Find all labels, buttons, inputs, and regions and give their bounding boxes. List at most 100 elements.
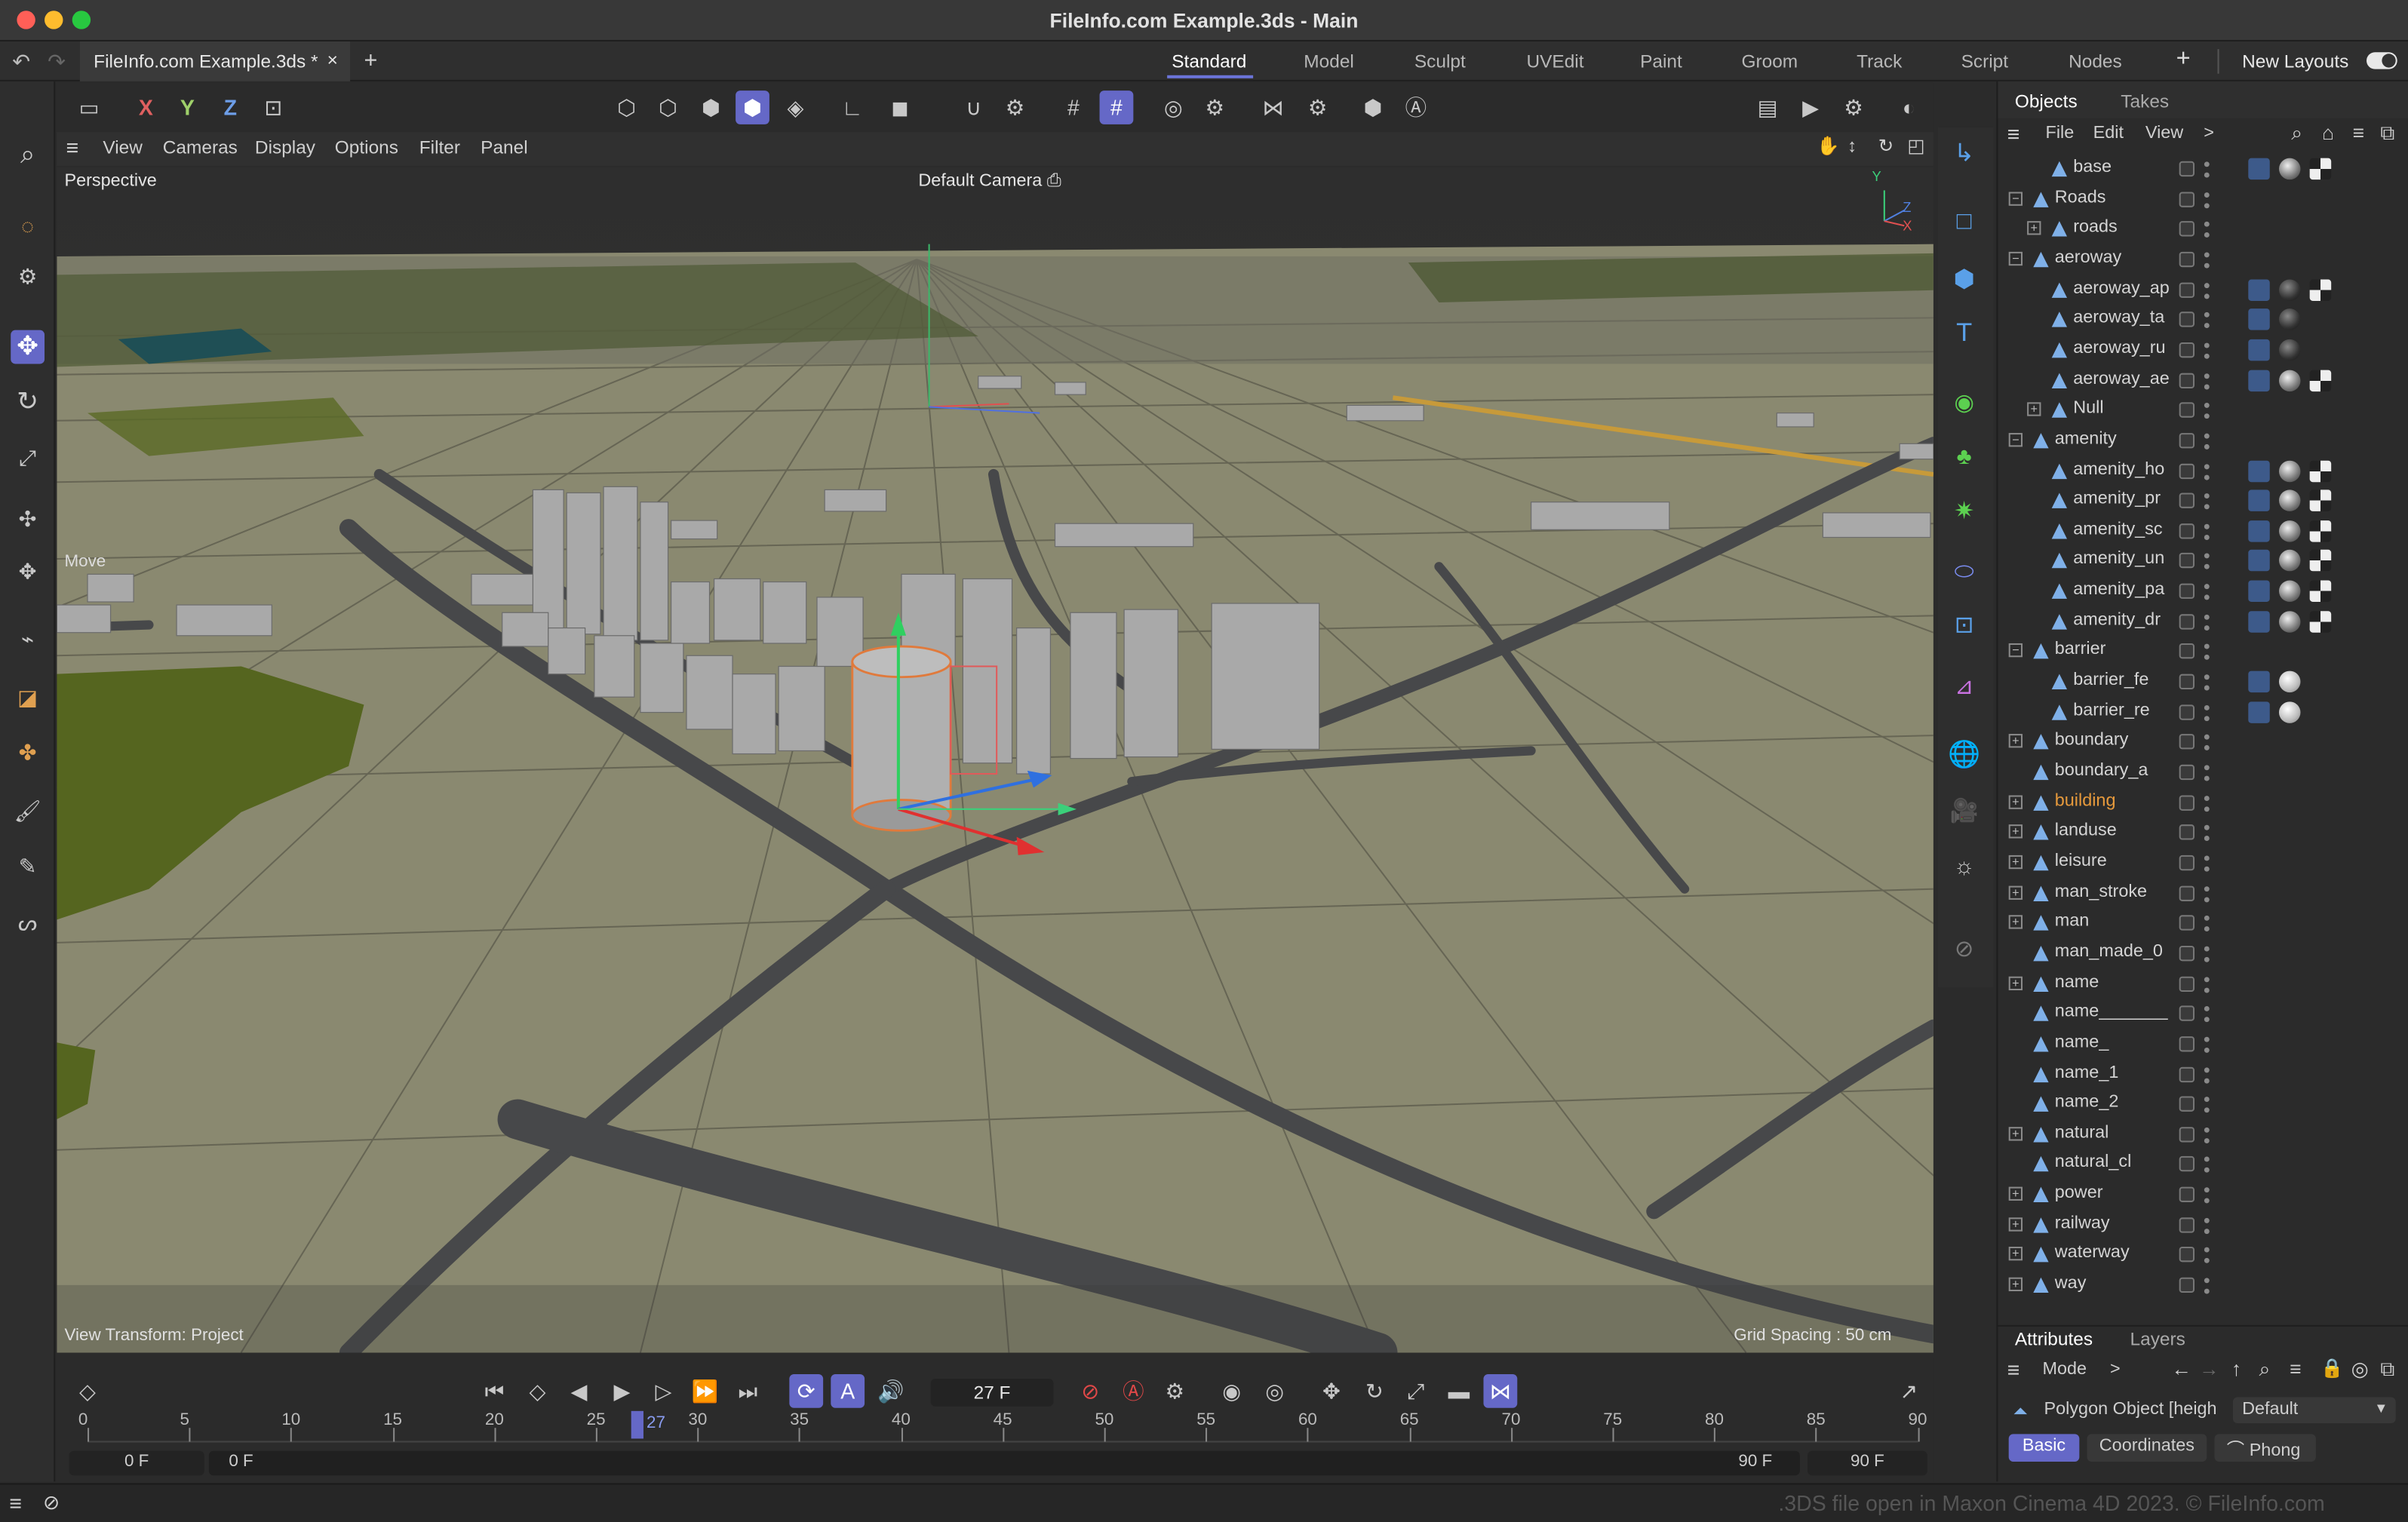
visibility-dots-icon[interactable]	[2204, 279, 2210, 302]
extrude-tool-icon[interactable]: ◪	[11, 680, 45, 714]
object-row[interactable]: + landuse	[1998, 819, 2408, 848]
record-position-icon[interactable]: ✥	[1315, 1374, 1349, 1408]
visibility-dots-icon[interactable]	[2204, 611, 2210, 634]
editor-visibility-toggle[interactable]	[2179, 281, 2195, 298]
expand-icon[interactable]: +	[2027, 221, 2041, 236]
editor-visibility-toggle[interactable]	[2179, 613, 2195, 630]
editor-visibility-toggle[interactable]	[2179, 1066, 2195, 1082]
move-tool-icon[interactable]: ✥	[11, 330, 45, 364]
rotate-tool-icon[interactable]: ↻	[11, 385, 45, 419]
viewport-menu-view[interactable]: View	[103, 137, 143, 158]
layout-tab-nodes[interactable]: Nodes	[2069, 51, 2122, 72]
visibility-dots-icon[interactable]	[2204, 581, 2210, 604]
editor-visibility-toggle[interactable]	[2179, 1247, 2195, 1263]
record-keys-icon[interactable]: ⊘	[1073, 1374, 1107, 1408]
film-clapper-icon[interactable]: ▭	[72, 91, 106, 124]
mat-tag-icon[interactable]	[2248, 158, 2270, 180]
expand-icon[interactable]: +	[2008, 734, 2023, 749]
end-frame-field[interactable]: 90 F	[1808, 1450, 1927, 1476]
timeline-expand-icon[interactable]: ↗	[1892, 1374, 1926, 1408]
object-row[interactable]: + power	[1998, 1181, 2408, 1211]
layout-tab-groom[interactable]: Groom	[1741, 51, 1798, 72]
rectangle-spline-icon[interactable]: □	[1947, 206, 1981, 240]
visibility-dots-icon[interactable]	[2204, 460, 2210, 483]
objects-filter-icon[interactable]: ≡	[2353, 121, 2364, 145]
expand-icon[interactable]: +	[2008, 794, 2023, 809]
visibility-dots-icon[interactable]	[2204, 701, 2210, 725]
sound-icon[interactable]: 🔊	[874, 1374, 908, 1408]
cloner-icon[interactable]: ♣	[1947, 439, 1981, 473]
deformer-gear-icon[interactable]: ✷	[1947, 494, 1981, 528]
range-slider[interactable]: 0 F 90 F	[208, 1450, 1800, 1476]
editor-visibility-toggle[interactable]	[2179, 553, 2195, 569]
editor-visibility-toggle[interactable]	[2179, 674, 2195, 690]
knife-tool-icon[interactable]: ⌁	[11, 621, 45, 655]
object-row[interactable]: + railway	[1998, 1211, 2408, 1241]
dark-sphere-tag-icon[interactable]	[2278, 278, 2301, 301]
visibility-dots-icon[interactable]	[2204, 943, 2210, 966]
symmetry-icon[interactable]: ⋈	[1256, 91, 1290, 124]
objects-home-icon[interactable]: ⌂	[2322, 121, 2334, 145]
subtab-coordinates[interactable]: Coordinates	[2087, 1434, 2207, 1462]
object-row[interactable]: + way	[1998, 1272, 2408, 1301]
object-row[interactable]: amenity_pr	[1998, 487, 2408, 517]
perspective-viewport[interactable]: Perspective Default Camera ⎙ Move View T…	[57, 167, 1933, 1353]
object-row[interactable]: + boundary	[1998, 729, 2408, 758]
layout-tab-standard[interactable]: Standard	[1172, 51, 1246, 72]
object-row[interactable]: natural_cl	[1998, 1151, 2408, 1180]
up-arrow-icon[interactable]: ↑	[2231, 1358, 2241, 1381]
white-sphere-tag-icon[interactable]	[2278, 701, 2301, 723]
add-layout-icon[interactable]: +	[2176, 46, 2191, 74]
z-axis-lock-button[interactable]: Z	[213, 91, 247, 124]
document-tab[interactable]: FileInfo.com Example.3ds * ×	[79, 41, 351, 81]
checker-tag-icon[interactable]	[2309, 278, 2332, 301]
new-layouts-toggle[interactable]	[2367, 52, 2397, 69]
symmetry-settings-icon[interactable]: ⚙	[1301, 91, 1335, 124]
object-row[interactable]: barrier_re	[1998, 698, 2408, 728]
expand-icon[interactable]: +	[2008, 975, 2023, 990]
go-to-start-icon[interactable]: ⏮	[478, 1374, 511, 1408]
volume-builder-icon[interactable]: ⊿	[1947, 670, 1981, 704]
redo-icon[interactable]: ↷	[48, 49, 66, 75]
render-settings-icon[interactable]: ⚙	[1837, 91, 1871, 124]
play-icon[interactable]: ▶	[605, 1374, 639, 1408]
soft-selection-icon[interactable]: ◎	[1156, 91, 1190, 124]
visibility-dots-icon[interactable]	[2204, 370, 2210, 393]
status-menu-icon[interactable]: ≡	[9, 1491, 22, 1516]
layout-tab-script[interactable]: Script	[1961, 51, 2008, 72]
sphere-tag-icon[interactable]	[2278, 459, 2301, 482]
object-row[interactable]: barrier_fe	[1998, 668, 2408, 698]
object-row[interactable]: − Roads	[1998, 186, 2408, 215]
visibility-dots-icon[interactable]	[2204, 1124, 2210, 1147]
maximize-view-icon[interactable]: ◰	[1907, 135, 1924, 156]
editor-visibility-toggle[interactable]	[2179, 794, 2195, 811]
coordinate-system-icon[interactable]: ⊡	[256, 91, 290, 124]
mat-tag-icon[interactable]	[2248, 610, 2270, 633]
object-row[interactable]: aeroway_ap	[1998, 276, 2408, 305]
object-row[interactable]: amenity_sc	[1998, 517, 2408, 547]
visibility-dots-icon[interactable]	[2204, 1094, 2210, 1117]
camera-object-icon[interactable]: 🎥	[1947, 793, 1981, 827]
forward-arrow-icon[interactable]: →	[2199, 1358, 2219, 1381]
editor-visibility-toggle[interactable]	[2179, 1005, 2195, 1022]
pan-view-icon[interactable]: ✋	[1817, 135, 1839, 156]
x-axis-lock-button[interactable]: X	[129, 91, 163, 124]
lock-icon[interactable]: 🔒	[2320, 1358, 2343, 1379]
collapse-icon[interactable]: −	[2008, 432, 2023, 447]
go-to-end-icon[interactable]: ⏭	[731, 1374, 765, 1408]
visibility-dots-icon[interactable]	[2204, 973, 2210, 996]
mat-tag-icon[interactable]	[2248, 550, 2270, 572]
object-row[interactable]: boundary_a	[1998, 759, 2408, 788]
expand-icon[interactable]: +	[2008, 1217, 2023, 1232]
checker-tag-icon[interactable]	[2309, 459, 2332, 482]
expand-icon[interactable]: +	[2008, 1247, 2023, 1262]
dark-sphere-tag-icon[interactable]	[2278, 308, 2301, 331]
uv-mode-icon[interactable]: ◈	[779, 91, 812, 124]
attributes-new-window-icon[interactable]: ⧉	[2380, 1358, 2394, 1382]
object-row[interactable]: name_______	[1998, 1000, 2408, 1029]
editor-visibility-toggle[interactable]	[2179, 764, 2195, 781]
visibility-dots-icon[interactable]	[2204, 189, 2210, 212]
viewport-menu-display[interactable]: Display	[255, 137, 315, 158]
object-row[interactable]: name_1	[1998, 1060, 2408, 1090]
object-row[interactable]: + waterway	[1998, 1241, 2408, 1271]
